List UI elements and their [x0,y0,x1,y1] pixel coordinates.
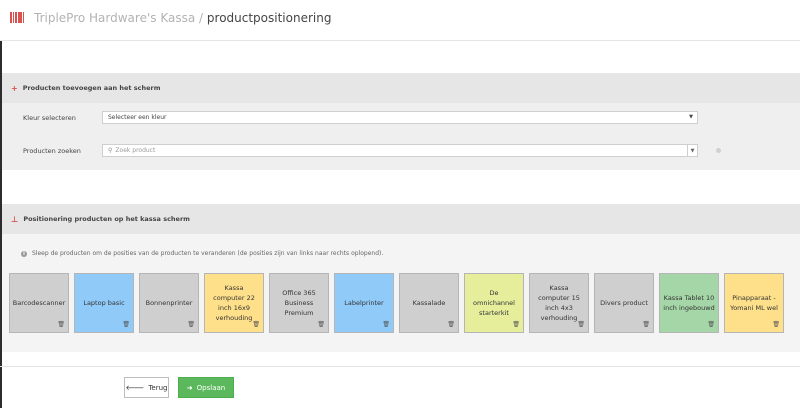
trash-icon[interactable]: 🗑 [577,320,585,330]
product-name: Kassalade [412,299,446,307]
product-tile[interactable]: Bonnenprinter 🗑 [139,273,199,333]
app-name: TriplePro Hardware's Kassa [34,11,196,25]
plus-icon: + [11,83,18,93]
back-button[interactable]: 🡐 Terug [124,377,169,398]
info-icon: i [21,250,27,257]
product-tile[interactable]: De omnichannel starterkit 🗑 [464,273,524,333]
save-label: Opslaan [196,383,226,392]
product-tile[interactable]: Barcodescanner 🗑 [9,273,69,333]
product-name: Kassa computer 15 inch 4x3 verhouding [538,284,580,322]
product-tile[interactable]: Labelprinter 🗑 [334,273,394,333]
search-dropdown-toggle[interactable]: ▼ [687,145,697,156]
info-line: i Sleep de producten om de posities van … [21,250,383,257]
trash-icon[interactable]: 🗑 [707,320,715,330]
product-name: Kassa computer 22 inch 16x9 verhouding [213,284,255,322]
product-tile[interactable]: Kassalade 🗑 [399,273,459,333]
product-tile[interactable]: Kassa Tablet 10 inch ingebouwd 🗑 [659,273,719,333]
add-section-title: Producten toevoegen aan het scherm [22,84,161,92]
trash-icon[interactable]: 🗑 [122,320,130,330]
product-tile[interactable]: Laptop basic 🗑 [74,273,134,333]
product-name: Pinapparaat - Yomani ML wel [730,294,778,312]
product-name: Office 365 Business Premium [282,289,316,317]
trash-icon[interactable]: 🗑 [447,320,455,330]
product-search-input[interactable]: ⚲ Zoek product ▼ [102,144,698,157]
product-tile[interactable]: Office 365 Business Premium 🗑 [269,273,329,333]
page-title: TriplePro Hardware's Kassa / productposi… [34,11,331,25]
color-label: Kleur selecteren [23,114,76,122]
trash-icon[interactable]: 🗑 [382,320,390,330]
position-section-title: Positionering producten op het kassa sch… [23,215,190,223]
pin-icon: ⊥ [11,214,19,224]
product-tile[interactable]: Divers product 🗑 [594,273,654,333]
product-name: Laptop basic [83,299,125,307]
color-select[interactable]: Selecteer een kleur ▼ [102,111,698,124]
product-name: Labelprinter [344,299,384,307]
trash-icon[interactable]: 🗑 [642,320,650,330]
trash-icon[interactable]: 🗑 [252,320,260,330]
trash-icon[interactable]: 🗑 [57,320,65,330]
search-placeholder: Zoek product [115,147,156,154]
info-text: Sleep de producten om de posities van de… [32,250,384,257]
arrow-left-icon: 🡐 [125,384,145,392]
arrow-right-icon: ➜ [186,383,193,392]
trash-icon[interactable]: 🗑 [772,320,780,330]
search-label: Producten zoeken [23,147,81,155]
barcode-icon [10,12,25,23]
clear-search-icon[interactable] [716,148,721,153]
product-name: Bonnenprinter [145,299,193,307]
product-name: Kassa Tablet 10 inch ingebouwd [663,294,715,312]
product-name: Divers product [600,299,648,307]
product-tile[interactable]: Kassa computer 15 inch 4x3 verhouding 🗑 [529,273,589,333]
save-button[interactable]: ➜ Opslaan [178,377,234,398]
product-tiles: Barcodescanner 🗑 Laptop basic 🗑 Bonnenprin… [9,273,784,333]
color-select-value: Selecteer een kleur [108,114,167,121]
add-section-header: + Producten toevoegen aan het scherm [2,73,800,103]
dropdown-caret-icon: ▼ [689,114,693,120]
footer-divider [0,366,800,367]
product-tile[interactable]: Pinapparaat - Yomani ML wel 🗑 [724,273,784,333]
title-separator: / [199,11,204,25]
trash-icon[interactable]: 🗑 [512,320,520,330]
page-name: productpositionering [206,11,332,25]
page-header: TriplePro Hardware's Kassa / productposi… [0,0,800,41]
position-section-header: ⊥ Positionering producten op het kassa s… [2,204,800,234]
back-label: Terug [148,383,168,392]
trash-icon[interactable]: 🗑 [317,320,325,330]
trash-icon[interactable]: 🗑 [187,320,195,330]
search-icon: ⚲ [108,147,113,154]
product-name: De omnichannel starterkit [473,289,515,317]
product-tile[interactable]: Kassa computer 22 inch 16x9 verhouding 🗑 [204,273,264,333]
product-name: Barcodescanner [12,299,66,307]
